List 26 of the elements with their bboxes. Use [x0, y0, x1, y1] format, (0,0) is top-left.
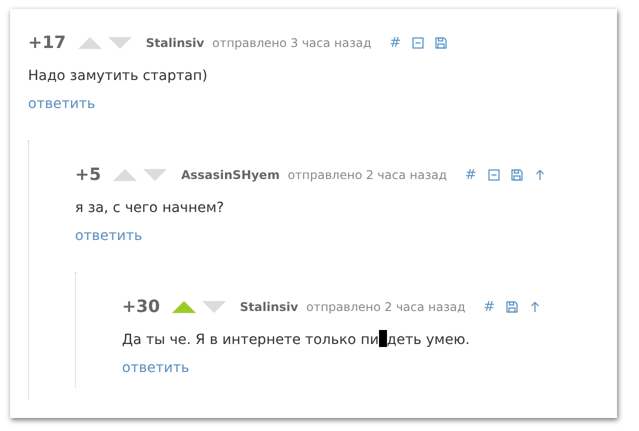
arrow-up-icon[interactable]	[534, 169, 546, 181]
permalink[interactable]: #	[464, 167, 477, 183]
permalink[interactable]: #	[483, 299, 496, 315]
timestamp: отправлено 3 часа назад	[212, 36, 372, 50]
collapse-icon[interactable]	[412, 37, 424, 49]
username[interactable]: Stalinsiv	[146, 36, 204, 50]
permalink[interactable]: #	[389, 35, 402, 51]
username[interactable]: AssasinSHyem	[181, 168, 280, 182]
save-icon[interactable]	[506, 301, 518, 313]
rating: +17	[28, 33, 66, 53]
rating: +30	[122, 297, 160, 317]
reply-link[interactable]: ответить	[75, 228, 142, 244]
comment-text: Да ты че. Я в интернете только пи деть умею.	[122, 330, 471, 350]
reply-link[interactable]: ответить	[122, 360, 190, 376]
comment-text: я за, с чего начнем?	[75, 199, 225, 218]
arrow-up-icon[interactable]	[529, 301, 542, 313]
save-icon[interactable]	[510, 169, 523, 181]
timestamp: отправлено 2 часа назад	[306, 300, 466, 314]
collapse-icon[interactable]	[488, 169, 500, 181]
username[interactable]: Stalinsiv	[240, 300, 298, 314]
timestamp: отправлено 2 часа назад	[288, 168, 447, 182]
save-icon[interactable]	[435, 37, 448, 49]
comment-text: Надо замутить стартап)	[28, 67, 208, 86]
rating: +5	[75, 165, 102, 185]
upvote-icon[interactable]	[172, 301, 196, 313]
reply-link[interactable]: ответить	[28, 96, 96, 112]
